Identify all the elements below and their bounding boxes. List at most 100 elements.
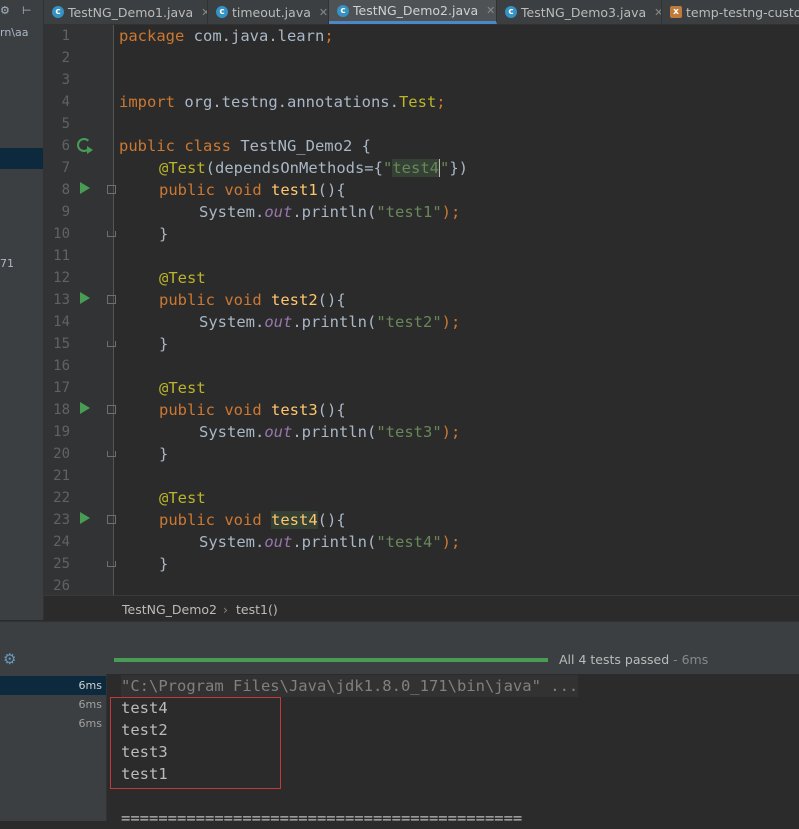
run-class-arrow-icon xyxy=(87,146,93,154)
run-test-icon[interactable] xyxy=(80,512,90,524)
run-test-icon[interactable] xyxy=(80,402,90,414)
collapse-icon[interactable]: ⊢ xyxy=(22,4,32,17)
string-quote: " xyxy=(440,159,450,177)
tab-testng-demo2[interactable]: c TestNG_Demo2.java ✕ xyxy=(329,0,497,24)
code-token: ); xyxy=(441,423,461,441)
tab-label: TestNG_Demo2.java xyxy=(353,3,479,18)
test-result-row[interactable]: 6ms xyxy=(0,676,106,695)
line-number: 18 xyxy=(53,402,70,418)
tab-label: timeout.java xyxy=(232,4,311,20)
close-icon[interactable]: ✕ xyxy=(201,6,207,19)
code-token: .println( xyxy=(292,423,377,441)
code-token: System. xyxy=(199,203,265,221)
test-results-tree: 6ms 6ms 6ms xyxy=(0,674,107,821)
code-token: System. xyxy=(199,313,265,331)
code-token: .println( xyxy=(292,533,377,551)
test-result-row[interactable]: 6ms xyxy=(0,695,106,714)
code-line: } xyxy=(159,445,169,463)
editor-tab-bar: c TestNG_Demo1.java ✕ c timeout.java ✕ c… xyxy=(44,0,799,25)
keyword: public void xyxy=(159,181,262,199)
code-line: public class TestNG_Demo2 { xyxy=(119,135,371,157)
fold-end-icon[interactable] xyxy=(107,561,116,567)
fold-end-icon[interactable] xyxy=(107,341,116,347)
keyword: import xyxy=(119,93,175,111)
line-number: 10 xyxy=(53,226,70,242)
project-version-fragment: 71 xyxy=(0,257,14,270)
import-class: Test xyxy=(398,93,437,111)
class-icon: c xyxy=(52,6,64,18)
line-number: 12 xyxy=(53,270,70,286)
line-number: 2 xyxy=(61,50,70,66)
fold-icon[interactable] xyxy=(107,405,116,414)
test-progress-fill xyxy=(114,658,548,662)
gear-icon[interactable]: ⚙ xyxy=(3,650,16,668)
parens: (){ xyxy=(317,511,346,529)
project-tree-selected-row[interactable] xyxy=(0,148,43,169)
code-token: ); xyxy=(441,203,461,221)
method-name: test1 xyxy=(271,181,318,199)
breadcrumb-class[interactable]: TestNG_Demo2 xyxy=(122,602,217,617)
keyword: public void xyxy=(159,291,262,309)
fold-icon[interactable] xyxy=(107,295,116,304)
xml-file-icon: x xyxy=(670,6,682,18)
keyword: public void xyxy=(159,511,262,529)
status-time: - 6ms xyxy=(669,652,709,667)
package-name: com.java.learn xyxy=(184,27,325,45)
run-test-icon[interactable] xyxy=(80,182,90,194)
code-line: public void test1(){ xyxy=(159,179,346,201)
class-declaration: TestNG_Demo2 { xyxy=(230,137,371,155)
keyword: public void xyxy=(159,401,262,419)
project-toolbar: ⚙ ⊢ xyxy=(0,0,43,24)
tab-label: TestNG_Demo1.java xyxy=(68,4,194,20)
annotation: @Test xyxy=(159,489,206,507)
run-test-icon[interactable] xyxy=(80,292,90,304)
tab-label: TestNG_Demo3.java xyxy=(521,4,647,20)
tab-timeout[interactable]: c timeout.java ✕ xyxy=(208,0,329,24)
close-icon[interactable]: ✕ xyxy=(486,4,495,17)
close-icon[interactable]: ✕ xyxy=(654,6,661,19)
project-panel xyxy=(0,0,44,620)
line-number: 8 xyxy=(61,182,70,198)
settings-icon[interactable]: ⚙ xyxy=(0,4,10,17)
fold-icon[interactable] xyxy=(107,185,116,194)
status-label: All 4 tests passed xyxy=(559,652,670,667)
console-command: "C:\Program Files\Java\jdk1.8.0_171\bin\… xyxy=(121,675,579,697)
line-number: 7 xyxy=(61,160,70,176)
line-number: 26 xyxy=(53,578,70,594)
line-number: 6 xyxy=(61,138,70,154)
annotation: @Test xyxy=(159,159,206,177)
fold-end-icon[interactable] xyxy=(107,451,116,457)
tab-testng-demo1[interactable]: c TestNG_Demo1.java ✕ xyxy=(44,0,208,24)
code-line: System.out.println("test2"); xyxy=(199,311,460,333)
line-number: 5 xyxy=(61,116,70,132)
fold-icon[interactable] xyxy=(107,515,116,524)
annotation-close: }) xyxy=(449,159,469,177)
line-number: 23 xyxy=(53,512,70,528)
code-line: package com.java.learn; xyxy=(119,25,334,47)
code-line: } xyxy=(159,225,169,243)
class-icon: c xyxy=(505,6,517,18)
run-panel-header xyxy=(0,621,799,648)
test-progress-bar xyxy=(114,658,548,662)
keyword: public class xyxy=(119,137,231,155)
field-token: out xyxy=(264,533,293,551)
line-number: 9 xyxy=(61,204,70,220)
tab-label: temp-testng-custo xyxy=(686,4,799,20)
parens: (){ xyxy=(317,291,346,309)
string-literal: "test3" xyxy=(376,423,442,441)
close-icon[interactable]: ✕ xyxy=(319,6,328,19)
breadcrumb-method[interactable]: test1() xyxy=(236,602,278,617)
line-number: 19 xyxy=(53,424,70,440)
test-time: 6ms xyxy=(78,717,102,730)
code-token: .println( xyxy=(292,203,377,221)
tab-temp-testng-custom[interactable]: x temp-testng-custo xyxy=(662,0,799,24)
code-line: } xyxy=(159,335,169,353)
line-number: 25 xyxy=(53,556,70,572)
code-token: System. xyxy=(199,423,265,441)
tab-testng-demo3[interactable]: c TestNG_Demo3.java ✕ xyxy=(497,0,662,24)
line-number: 1 xyxy=(61,28,70,44)
test-result-row[interactable]: 6ms xyxy=(0,714,106,733)
fold-end-icon[interactable] xyxy=(107,231,116,237)
line-number: 20 xyxy=(53,446,70,462)
code-token: System. xyxy=(199,533,265,551)
